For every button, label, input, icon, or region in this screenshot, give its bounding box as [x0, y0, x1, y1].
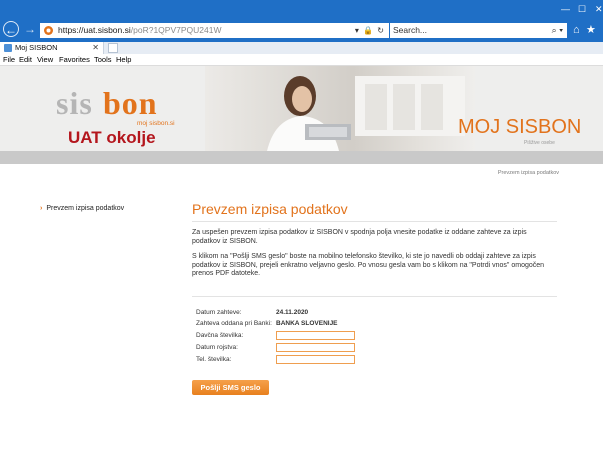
banner-illustration: [267, 76, 465, 151]
tab-strip: Moj SISBON ✕: [0, 42, 603, 54]
tax-number-label: Davčna številka:: [196, 332, 244, 339]
favorites-star-icon[interactable]: ★: [586, 23, 596, 38]
logo-bon: bon: [103, 85, 158, 121]
browser-window: — ☐ ✕ ← → https://uat.sisbon.si/poR?1QPV…: [0, 0, 603, 474]
environment-label: UAT okolje: [68, 128, 156, 147]
date-label: Datum zahteve:: [196, 309, 242, 316]
page-title: Prevzem izpisa podatkov: [192, 201, 348, 217]
tab-favicon-icon: [4, 44, 12, 52]
page-content: sis bon moj sisbon.si UAT okolje MOJ SIS…: [0, 66, 603, 474]
menu-file[interactable]: File: [3, 54, 15, 66]
form-divider: [192, 296, 557, 297]
birth-date-input[interactable]: [276, 343, 355, 352]
menu-help[interactable]: Help: [116, 54, 131, 66]
back-button[interactable]: ←: [3, 21, 19, 37]
site-subtitle: Pišžive osebe: [524, 140, 555, 146]
menu-edit[interactable]: Edit: [19, 54, 32, 66]
sidebar-item-label: Prevzem izpisa podatkov: [46, 205, 125, 212]
header-banner: sis bon moj sisbon.si UAT okolje MOJ SIS…: [0, 66, 603, 151]
url-text: https://uat.sisbon.si/poR?1QPV7PQU241W: [58, 24, 221, 37]
breadcrumb: Prevzem izpisa podatkov: [497, 170, 559, 176]
forward-button[interactable]: →: [22, 21, 38, 37]
logo-sis: sis: [56, 85, 93, 121]
url-host: https://uat.sisbon.si: [58, 25, 131, 35]
tax-number-input[interactable]: [276, 331, 355, 340]
tab-moj-sisbon[interactable]: Moj SISBON ✕: [0, 42, 104, 54]
close-window-icon[interactable]: ✕: [595, 3, 603, 15]
maximize-icon[interactable]: ☐: [578, 3, 586, 15]
site-title: MOJ SISBON: [458, 116, 582, 138]
search-icon[interactable]: ⌕ ▾: [552, 24, 563, 37]
menu-view[interactable]: View: [37, 54, 53, 66]
banner-photo: [205, 66, 475, 151]
chevron-right-icon: ›: [40, 205, 43, 212]
address-bar[interactable]: https://uat.sisbon.si/poR?1QPV7PQU241W ▾…: [40, 23, 389, 38]
url-path: /poR?1QPV7PQU241W: [130, 25, 222, 35]
phone-label: Tel. številka:: [196, 356, 232, 363]
send-sms-password-button[interactable]: Pošlji SMS geslo: [192, 380, 269, 395]
bank-value: BANKA SLOVENIJE: [276, 320, 338, 327]
home-icon[interactable]: ⌂: [573, 23, 580, 38]
menu-bar: File Edit View Favorites Tools Help: [0, 54, 603, 66]
date-value: 24.11.2020: [276, 309, 309, 316]
menu-tools[interactable]: Tools: [94, 54, 112, 66]
address-tools[interactable]: ▾ 🔒 ↻: [355, 24, 385, 37]
logo-subtitle: moj sisbon.si: [137, 120, 175, 127]
browser-titlebar: — ☐ ✕ ← → https://uat.sisbon.si/poR?1QPV…: [0, 0, 603, 42]
search-box[interactable]: Search... ⌕ ▾: [390, 23, 567, 38]
nav-strip: [0, 151, 603, 164]
new-tab-button[interactable]: [108, 43, 118, 53]
tab-title: Moj SISBON: [15, 43, 58, 52]
menu-favorites[interactable]: Favorites: [59, 54, 90, 66]
birth-date-label: Datum rojstva:: [196, 344, 238, 351]
sidebar-item-prevzem[interactable]: › Prevzem izpisa podatkov: [40, 204, 124, 213]
search-placeholder: Search...: [393, 25, 428, 35]
site-favicon-icon: [44, 26, 53, 35]
title-divider: [192, 221, 557, 222]
phone-input[interactable]: [276, 355, 355, 364]
minimize-icon[interactable]: —: [561, 3, 570, 15]
tab-close-icon[interactable]: ✕: [92, 42, 99, 54]
instructions-text: S klikom na "Pošlji SMS geslo" boste na …: [192, 253, 545, 278]
intro-text: Za uspešen prevzem izpisa podatkov iz SI…: [192, 229, 527, 245]
bank-label: Zahteva oddana pri Banki:: [196, 320, 272, 327]
